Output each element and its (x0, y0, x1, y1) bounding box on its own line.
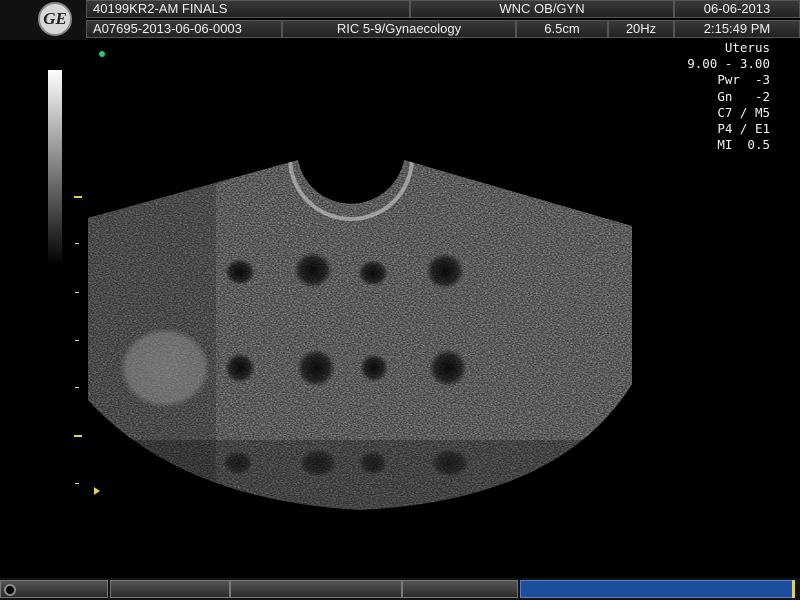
footer-tab[interactable] (110, 580, 230, 598)
cyst-target (225, 353, 255, 383)
cyst-target (358, 260, 388, 286)
cyst-target (299, 449, 337, 477)
cyst-target (359, 451, 387, 475)
footer-tab[interactable] (230, 580, 402, 598)
cine-position-marker[interactable] (792, 580, 795, 598)
cyst-target (223, 451, 253, 475)
footer-tab[interactable] (402, 580, 518, 598)
cyst-target (294, 252, 332, 288)
ultrasound-image (88, 160, 632, 510)
cyst-target (431, 449, 469, 477)
cyst-target (225, 259, 255, 285)
cyst-target (360, 354, 388, 382)
cyst-target (429, 349, 467, 387)
target-lesion (120, 328, 210, 408)
record-icon[interactable] (4, 584, 16, 596)
cine-progress-bar[interactable] (520, 580, 794, 598)
cyst-target (426, 253, 464, 289)
footer-tab[interactable] (0, 580, 108, 598)
cyst-target (297, 349, 335, 387)
